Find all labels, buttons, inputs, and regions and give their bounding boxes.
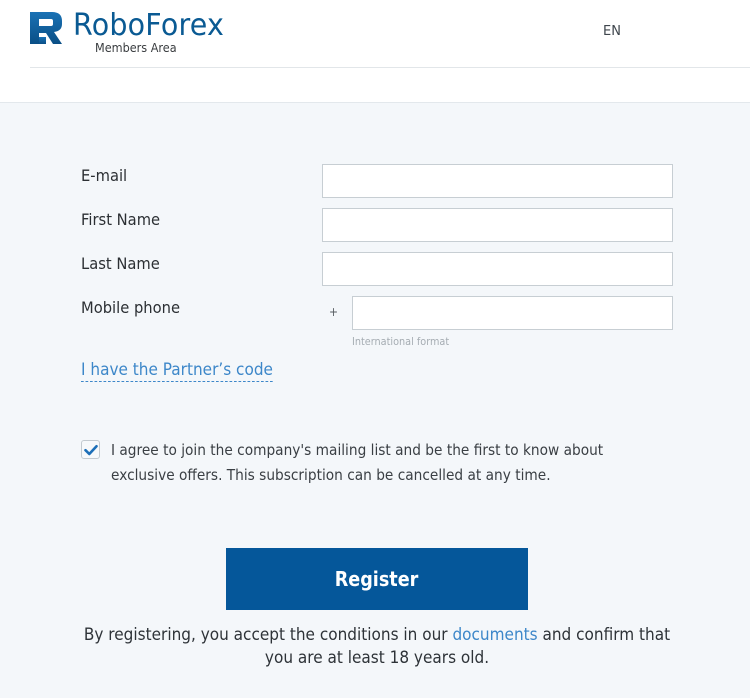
documents-link[interactable]: documents — [452, 625, 537, 645]
phone-format-hint: International format — [352, 335, 450, 348]
header: RoboForex Members Area EN — [0, 0, 750, 103]
last-name-field[interactable] — [322, 252, 673, 286]
email-field[interactable] — [322, 164, 673, 198]
first-name-label: First Name — [81, 210, 161, 229]
mailing-list-checkbox[interactable] — [81, 440, 100, 459]
register-button[interactable]: Register — [226, 548, 528, 610]
brand-name: RoboForex — [73, 8, 225, 43]
terms-notice: By registering, you accept the condition… — [40, 624, 714, 670]
roboforex-logo-icon — [30, 12, 62, 44]
logo[interactable]: RoboForex Members Area — [30, 8, 260, 56]
partner-code-link[interactable]: I have the Partner’s code — [81, 360, 273, 382]
language-selector[interactable]: EN — [603, 24, 621, 39]
email-label: E-mail — [81, 166, 128, 185]
header-divider — [30, 67, 750, 68]
brand-subtitle: Members Area — [95, 40, 177, 55]
last-name-label: Last Name — [81, 254, 160, 273]
phone-prefix: + — [329, 305, 339, 319]
mobile-phone-field[interactable] — [352, 296, 673, 330]
first-name-field[interactable] — [322, 208, 673, 242]
register-button-label: Register — [335, 567, 419, 591]
checkmark-icon — [84, 444, 98, 456]
mobile-phone-label: Mobile phone — [81, 298, 181, 317]
terms-text-before: By registering, you accept the condition… — [83, 625, 453, 645]
mailing-list-consent-text: I agree to join the company's mailing li… — [111, 441, 604, 484]
